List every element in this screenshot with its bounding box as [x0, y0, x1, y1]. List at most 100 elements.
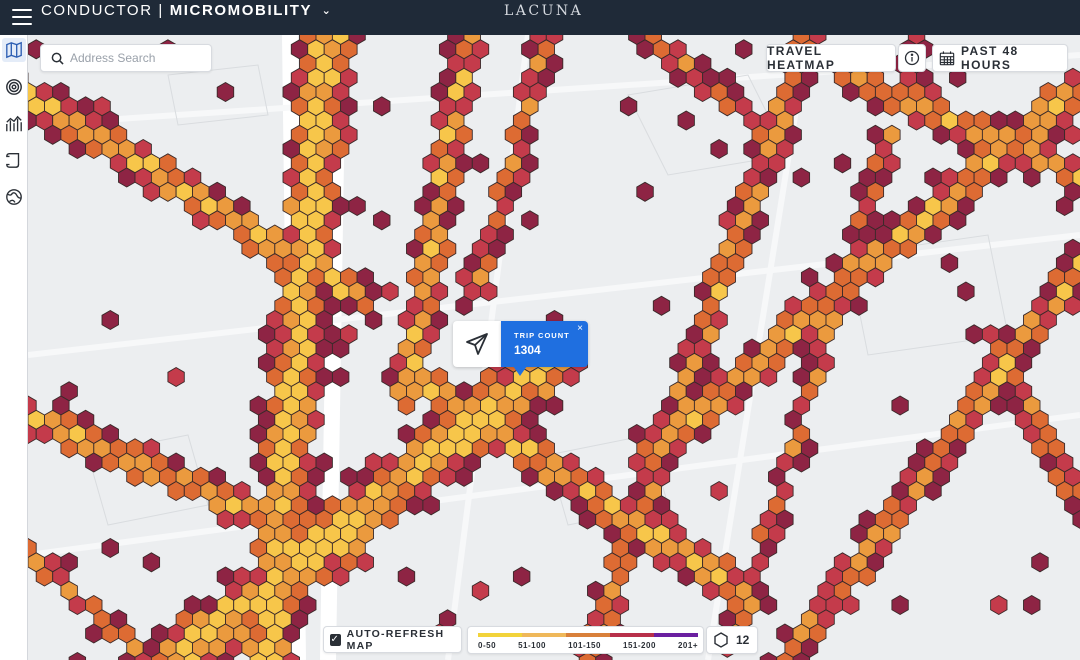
heatmap-hex-cell[interactable]	[142, 552, 161, 573]
sidebar-item-map[interactable]	[2, 38, 26, 62]
heatmap-hex-cell[interactable]	[718, 96, 736, 117]
heatmap-hex-cell[interactable]	[940, 252, 959, 274]
heatmap-hex-cell[interactable]	[44, 124, 62, 145]
chevron-down-icon[interactable]: ⌄	[322, 4, 333, 17]
time-range-button[interactable]: PAST 48 HOURS	[932, 44, 1068, 72]
heatmap-hex-cell[interactable]	[167, 366, 185, 388]
heatmap-hex-cell[interactable]	[364, 309, 383, 331]
heatmap-hex-cell[interactable]	[792, 452, 811, 473]
heatmap-hex-cell[interactable]	[990, 395, 1008, 416]
heatmap-hex-cell[interactable]	[60, 438, 78, 459]
heatmap-hex-cell[interactable]	[578, 509, 597, 530]
heatmap-hex-cell[interactable]	[159, 181, 177, 202]
auto-refresh-toggle[interactable]: ✓ AUTO-REFRESH MAP	[323, 626, 462, 653]
heatmap-hex-cell[interactable]	[471, 153, 490, 174]
heatmap-hex-cell[interactable]	[842, 81, 860, 103]
hex-size-control[interactable]: 12	[706, 626, 758, 654]
heatmap-hex-cell[interactable]	[702, 580, 720, 601]
heatmap-hex-cell[interactable]	[118, 167, 136, 188]
heatmap-hex-cell[interactable]	[883, 96, 901, 117]
heatmap-hex-cell[interactable]	[924, 224, 942, 245]
heatmap-hex-cell[interactable]	[192, 210, 210, 231]
heatmap-hex-cell[interactable]	[932, 124, 950, 145]
heatmap-hex-cell[interactable]	[545, 480, 564, 502]
heatmap-hex-cell[interactable]	[216, 81, 235, 103]
heatmap-hex-cell[interactable]	[406, 495, 424, 516]
heatmap-hex-cell[interactable]	[101, 452, 119, 473]
heatmap-hex-cell[interactable]	[85, 138, 103, 160]
heatmap-hex-cell[interactable]	[924, 480, 942, 502]
heatmap-hex-cell[interactable]	[891, 594, 909, 616]
heatmap-hex-cell[interactable]	[512, 566, 531, 587]
heatmap-hex-cell[interactable]	[68, 651, 87, 660]
heatmap-hex-cell[interactable]	[85, 623, 103, 644]
heatmap-hex-cell[interactable]	[340, 295, 358, 316]
heatmap-hex-cell[interactable]	[373, 96, 391, 117]
heatmap-hex-cell[interactable]	[957, 281, 975, 302]
heatmap-hex-cell[interactable]	[373, 210, 391, 231]
heatmap-hex-cell[interactable]	[35, 566, 54, 587]
heatmap-hex-cell[interactable]	[899, 238, 917, 259]
heatmap-hex-cell[interactable]	[710, 138, 728, 160]
heatmap-hex-cell[interactable]	[381, 281, 399, 302]
heatmap-hex-cell[interactable]	[142, 466, 161, 487]
heatmap-hex-cell[interactable]	[891, 395, 909, 416]
heatmap-hex-cell[interactable]	[438, 466, 457, 487]
heatmap-hex-cell[interactable]	[381, 509, 399, 530]
heatmap-hex-cell[interactable]	[759, 651, 778, 660]
heatmap-hex-cell[interactable]	[331, 366, 350, 388]
heatmap-hex-cell[interactable]	[759, 366, 778, 388]
heatmap-hex-cell[interactable]	[907, 110, 926, 131]
heatmap-hex-cell[interactable]	[422, 495, 440, 516]
info-button[interactable]	[898, 44, 926, 72]
heatmap-hex-cell[interactable]	[842, 594, 860, 616]
search-input[interactable]	[70, 51, 200, 65]
heatmap-hex-cell[interactable]	[331, 338, 350, 359]
heatmap-hex-cell[interactable]	[208, 210, 226, 231]
heatmap-hex-cell[interactable]	[126, 466, 144, 487]
heatmap-hex-cell[interactable]	[850, 295, 868, 316]
heatmap-hex-cell[interactable]	[949, 210, 967, 231]
heatmap-hex-cell[interactable]	[545, 395, 564, 416]
heatmap-hex-cell[interactable]	[677, 110, 695, 131]
auto-refresh-checkbox[interactable]: ✓	[330, 633, 341, 646]
address-search[interactable]	[40, 44, 212, 72]
heatmap-hex-cell[interactable]	[397, 566, 416, 587]
heatmap-hex-cell[interactable]	[233, 509, 251, 530]
heatmap-hex-cell[interactable]	[471, 580, 490, 601]
heatmap-hex-cell[interactable]	[521, 466, 539, 487]
heatmap-hex-cell[interactable]	[455, 295, 473, 316]
heatmap-hex-cell[interactable]	[866, 267, 885, 288]
heatmap-hex-cell[interactable]	[726, 395, 745, 416]
heatmap-hex-cell[interactable]	[759, 594, 778, 616]
heatmap-hex-cell[interactable]	[990, 594, 1008, 616]
heatmap-hex-cell[interactable]	[1031, 552, 1049, 573]
heatmap-hex-cell[interactable]	[101, 537, 119, 559]
heatmap-hex-cell[interactable]	[858, 566, 876, 587]
heatmap-hex-cell[interactable]	[1023, 594, 1041, 616]
heatmap-hex-cell[interactable]	[315, 566, 333, 587]
heatmap-hex-cell[interactable]	[68, 594, 87, 616]
heatmap-hex-cell[interactable]	[1023, 167, 1041, 188]
heatmap-hex-cell[interactable]	[710, 480, 728, 502]
heatmap-hex-cell[interactable]	[521, 210, 539, 231]
heatmap-hex-cell[interactable]	[792, 167, 811, 188]
heatmap-hex-cell[interactable]	[833, 153, 852, 174]
heatmap-hex-cell[interactable]	[142, 181, 161, 202]
heatmap-hex-cell[interactable]	[965, 324, 983, 345]
heatmap-hex-cell[interactable]	[693, 423, 712, 445]
heatmap-hex-cell[interactable]	[693, 81, 712, 103]
heatmap-hex-cell[interactable]	[866, 96, 885, 117]
heatmap-hex-cell[interactable]	[669, 67, 687, 88]
heatmap-hex-cell[interactable]	[68, 138, 87, 160]
heatmap-hex-cell[interactable]	[455, 466, 473, 487]
heatmap-hex-cell[interactable]	[636, 181, 654, 202]
hamburger-menu-icon[interactable]	[12, 9, 32, 25]
travel-heatmap-button[interactable]: TRAVEL HEATMAP	[766, 44, 896, 72]
heatmap-hex-cell[interactable]	[331, 566, 350, 587]
heatmap-hex-cell[interactable]	[619, 96, 638, 117]
heatmap-hex-cell[interactable]	[348, 195, 366, 217]
heatmap-hex-cell[interactable]	[488, 438, 506, 459]
heatmap-hex-cell[interactable]	[636, 39, 654, 60]
heatmap-hex-cell[interactable]	[990, 167, 1008, 188]
